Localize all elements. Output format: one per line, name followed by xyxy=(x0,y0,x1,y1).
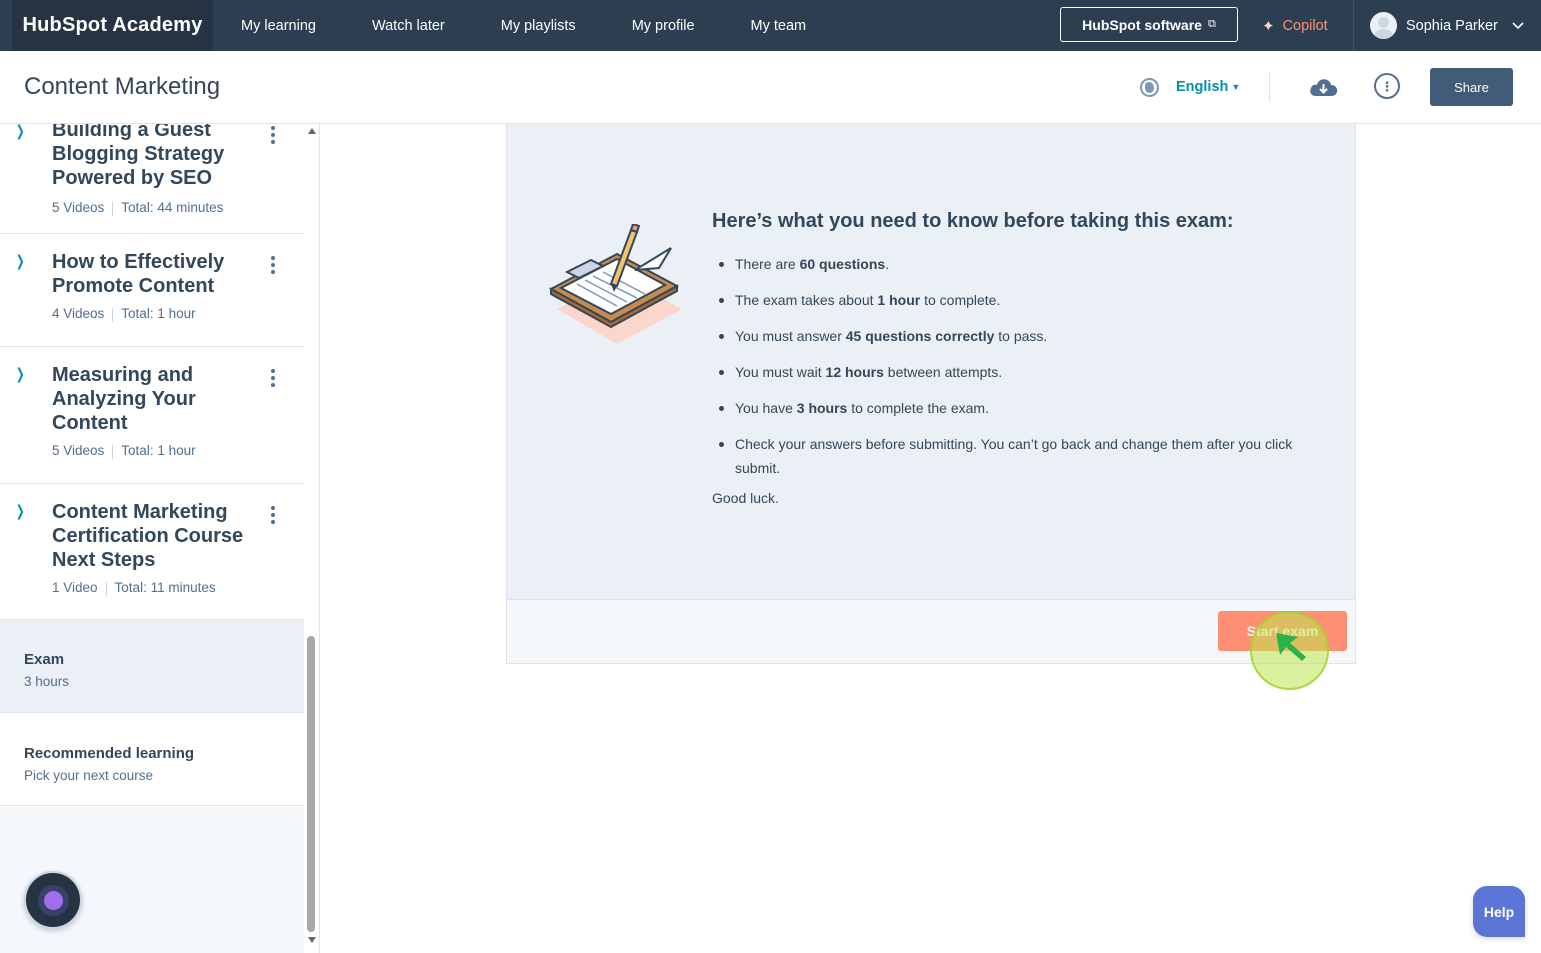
list-item: The exam takes about 1 hour to complete. xyxy=(719,288,1295,312)
course-header: Content Marketing English ▼ ⋮ Share xyxy=(0,51,1541,124)
section-video-count: 4 Videos xyxy=(52,306,105,321)
kebab-menu-icon[interactable] xyxy=(271,256,277,274)
section-title: Measuring and Analyzing Your Content xyxy=(52,364,196,434)
sidebar-section[interactable]: ❯ Measuring and Analyzing Your Content 5… xyxy=(0,347,304,484)
scroll-up-arrow[interactable] xyxy=(308,128,316,134)
chevron-right-icon[interactable]: ❯ xyxy=(16,365,25,383)
chevron-down-icon xyxy=(1512,19,1524,33)
recommended-subtitle: Pick your next course xyxy=(24,768,154,783)
list-item: You have 3 hours to complete the exam. xyxy=(719,396,1295,420)
nav-link-my-learning[interactable]: My learning xyxy=(241,18,316,34)
section-duration: Total: 11 minutes xyxy=(114,580,216,595)
avatar xyxy=(1370,12,1397,39)
cloud-download-icon[interactable] xyxy=(1309,77,1338,102)
good-luck-text: Good luck. xyxy=(712,490,779,506)
globe-icon xyxy=(1140,78,1159,97)
sidebar-item-exam[interactable]: Exam 3 hours xyxy=(0,620,304,713)
recommended-title: Recommended learning xyxy=(24,745,195,762)
section-meta: 5 Videos Total: 44 minutes xyxy=(52,200,223,216)
list-item: There are 60 questions. xyxy=(719,252,1295,276)
copilot-button[interactable]: ✦ Copilot xyxy=(1262,0,1328,51)
chatbot-icon[interactable] xyxy=(24,871,82,929)
section-duration: Total: 44 minutes xyxy=(121,200,224,215)
user-menu[interactable]: Sophia Parker xyxy=(1353,0,1541,51)
exam-title: Exam xyxy=(24,651,65,668)
more-info-icon[interactable]: ⋮ xyxy=(1374,73,1400,99)
user-name: Sophia Parker xyxy=(1406,17,1498,34)
exam-rules-list: There are 60 questions. The exam takes a… xyxy=(719,252,1295,492)
clipboard-illustration xyxy=(547,222,687,359)
section-meta: 1 Video Total: 11 minutes xyxy=(52,580,216,596)
section-video-count: 5 Videos xyxy=(52,200,105,215)
exam-info-heading: Here’s what you need to know before taki… xyxy=(712,210,1234,232)
external-link-icon: ⧉ xyxy=(1207,18,1216,30)
list-item: You must answer 45 questions correctly t… xyxy=(719,324,1295,348)
sparkle-icon: ✦ xyxy=(1262,17,1275,35)
sidebar-section[interactable]: ❯ How to Effectively Promote Content 4 V… xyxy=(0,234,304,347)
kebab-menu-icon[interactable] xyxy=(271,126,277,144)
kebab-menu-icon[interactable] xyxy=(271,369,277,387)
start-exam-button[interactable]: Start exam xyxy=(1218,611,1347,651)
chevron-right-icon[interactable]: ❯ xyxy=(16,124,25,140)
chevron-right-icon[interactable]: ❯ xyxy=(16,252,25,270)
list-item: Check your answers before submitting. Yo… xyxy=(719,432,1295,480)
sidebar-item-recommended[interactable]: Recommended learning Pick your next cour… xyxy=(0,713,304,806)
section-title: Building a Guest Blogging Strategy Power… xyxy=(52,124,225,189)
list-item: You must wait 12 hours between attempts. xyxy=(719,360,1295,384)
section-title: How to Effectively Promote Content xyxy=(52,251,225,297)
hubspot-software-button[interactable]: HubSpot software ⧉ xyxy=(1060,7,1238,42)
section-video-count: 5 Videos xyxy=(52,443,105,458)
top-nav: HubSpot Academy My learning Watch later … xyxy=(0,0,1541,51)
exam-info-card: Here’s what you need to know before taki… xyxy=(506,124,1356,664)
sidebar-section[interactable]: ❯ Content Marketing Certification Course… xyxy=(0,484,304,620)
nav-link-my-playlists[interactable]: My playlists xyxy=(501,18,576,34)
nav-link-my-profile[interactable]: My profile xyxy=(632,18,695,34)
section-duration: Total: 1 hour xyxy=(121,306,196,321)
kebab-menu-icon[interactable] xyxy=(271,506,277,524)
help-button[interactable]: Help xyxy=(1473,886,1525,937)
header-divider xyxy=(1269,72,1270,102)
section-duration: Total: 1 hour xyxy=(121,443,196,458)
section-meta: 5 Videos Total: 1 hour xyxy=(52,443,196,459)
nav-links: My learning Watch later My playlists My … xyxy=(241,0,862,51)
section-title: Content Marketing Certification Course N… xyxy=(52,501,244,571)
course-sidebar: ❯ Building a Guest Blogging Strategy Pow… xyxy=(0,124,320,953)
chevron-right-icon[interactable]: ❯ xyxy=(16,502,25,520)
hubspot-software-label: HubSpot software xyxy=(1082,16,1202,33)
nav-link-my-team[interactable]: My team xyxy=(751,18,807,34)
copilot-label: Copilot xyxy=(1282,17,1328,34)
share-button[interactable]: Share xyxy=(1430,68,1513,106)
sidebar-scrollbar[interactable] xyxy=(304,124,319,953)
sidebar-section[interactable]: ❯ Building a Guest Blogging Strategy Pow… xyxy=(0,124,304,234)
nav-link-watch-later[interactable]: Watch later xyxy=(372,18,445,34)
caret-down-icon: ▼ xyxy=(1231,82,1241,93)
exam-duration: 3 hours xyxy=(24,674,70,689)
language-dropdown[interactable]: English ▼ xyxy=(1176,79,1240,95)
academy-logo[interactable]: HubSpot Academy xyxy=(12,0,213,51)
language-label: English xyxy=(1176,79,1229,95)
section-video-count: 1 Video xyxy=(52,580,98,595)
scroll-down-arrow[interactable] xyxy=(308,937,316,943)
page-title: Content Marketing xyxy=(24,73,221,100)
section-meta: 4 Videos Total: 1 hour xyxy=(52,306,196,322)
scroll-thumb[interactable] xyxy=(307,636,315,932)
